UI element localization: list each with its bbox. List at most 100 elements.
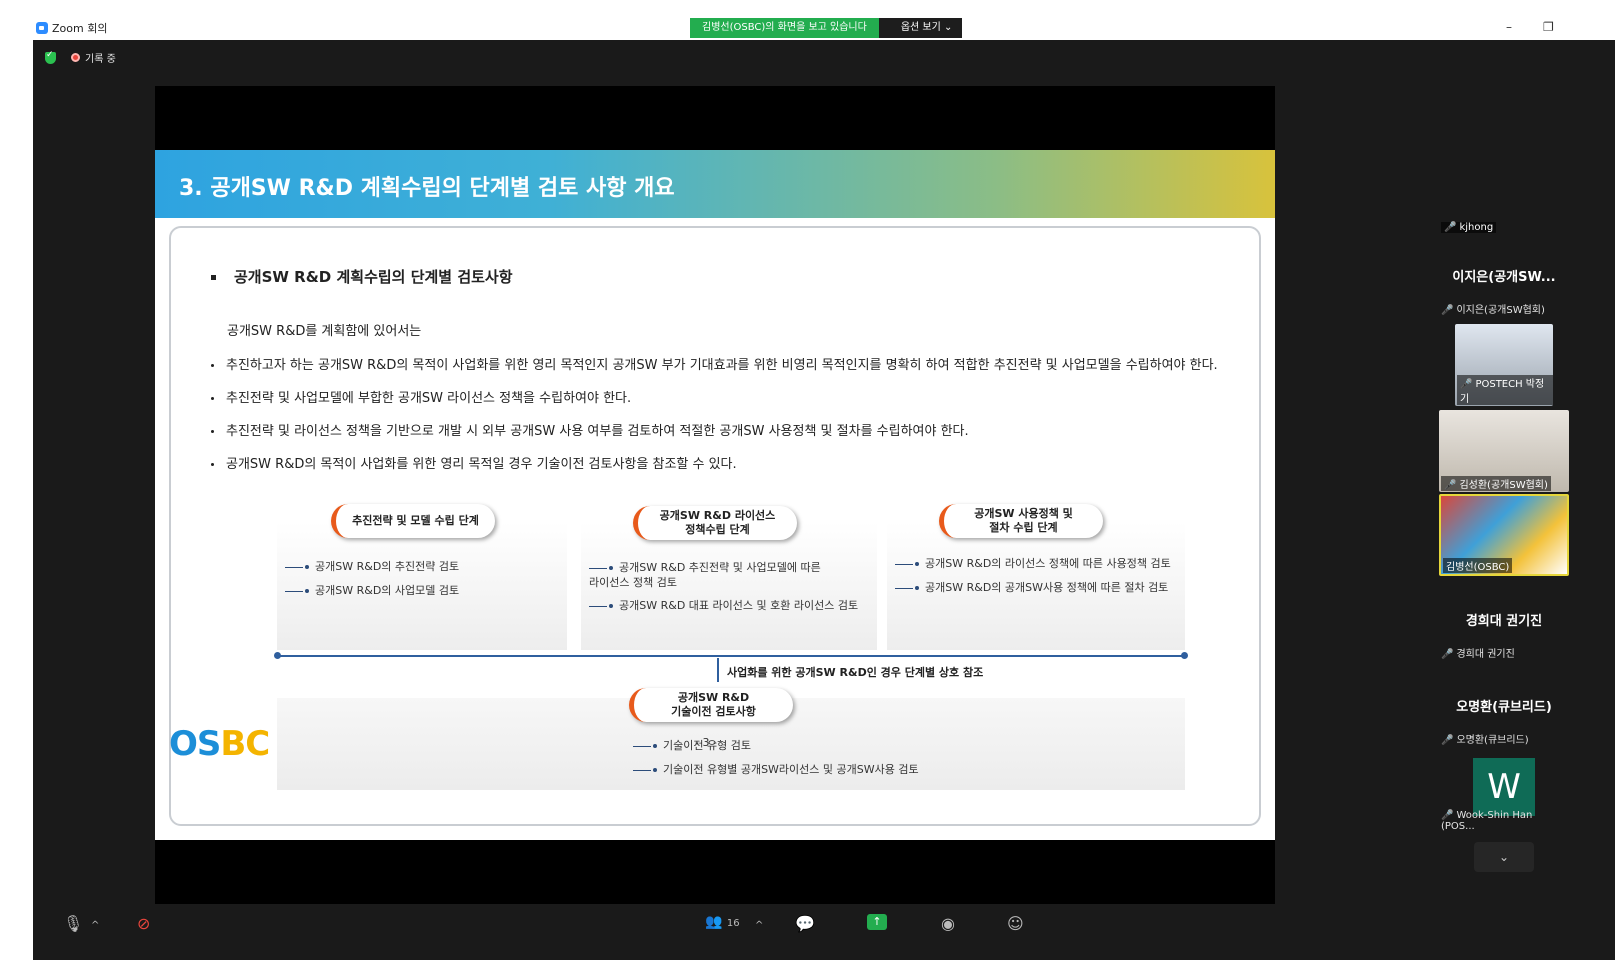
connector-dot-icon bbox=[305, 589, 309, 593]
participant-display-name: 경희대 권기진 bbox=[1465, 614, 1543, 629]
stage-item: 공개SW R&D의 공개SW사용 정책에 따른 절차 검토 bbox=[895, 579, 1168, 595]
connector-dot-icon bbox=[653, 768, 657, 772]
bullet-item: 추진하고자 하는 공개SW R&D의 목적이 사업화를 위한 영리 목적인지 공… bbox=[211, 354, 1218, 373]
recording-indicator[interactable]: 기록 중 bbox=[71, 50, 116, 65]
stage-item: 공개SW R&D의 추진전략 검토 bbox=[285, 558, 459, 574]
participant-name: 🎤 오명환(큐브리드) bbox=[1441, 731, 1529, 746]
participant-name: 🎤 이지은(공개SW협회) bbox=[1441, 301, 1545, 316]
shared-screen: 3. 공개SW R&D 계획수립의 단계별 검토 사항 개요 공개SW R&D … bbox=[155, 86, 1275, 904]
connector-line-icon bbox=[633, 769, 651, 771]
bullet-text: 추진전략 및 사업모델에 부합한 공개SW 라이선스 정책을 수립하여야 한다. bbox=[226, 391, 632, 406]
restore-button[interactable]: ❐ bbox=[1543, 20, 1554, 34]
connector-line-icon bbox=[285, 590, 303, 592]
connector-line-icon bbox=[285, 566, 303, 568]
participants-button[interactable]: 👥 16 bbox=[705, 914, 740, 930]
muted-mic-icon: 🎤 bbox=[1441, 305, 1454, 316]
muted-mic-icon: 🎤 bbox=[1441, 735, 1454, 746]
participant-name: 🎤 kjhong bbox=[1441, 222, 1497, 233]
intro-text: 공개SW R&D를 계획함에 있어서는 bbox=[227, 324, 422, 339]
participant-tile[interactable]: 이지은(공개SW... 🎤 이지은(공개SW협회) bbox=[1439, 238, 1569, 320]
gallery-scroll-down-button[interactable]: ⌄ bbox=[1474, 842, 1534, 872]
zoom-logo-icon bbox=[36, 22, 48, 34]
audio-options-chevron-icon[interactable]: ^ bbox=[91, 920, 99, 931]
share-banner: 김병선(OSBC)의 화면을 보고 있습니다 옵션 보기 ⌄ bbox=[690, 18, 963, 38]
tech-transfer-item: 기술이전 유형 검토 bbox=[633, 737, 751, 753]
share-screen-icon[interactable]: ↑ bbox=[867, 914, 887, 930]
muted-mic-icon: 🎤 bbox=[1444, 480, 1457, 491]
timeline-dot-icon bbox=[274, 652, 281, 659]
stage-item: 공개SW R&D 추진전략 및 사업모델에 따른 라이선스 정책 검토 bbox=[589, 560, 821, 590]
participant-name-text: Wook-Shin Han (POS... bbox=[1441, 810, 1533, 832]
participant-name-text: 이지은(공개SW협회) bbox=[1456, 305, 1545, 316]
participant-tile[interactable]: 오명환(큐브리드) 🎤 오명환(큐브리드) bbox=[1439, 668, 1569, 750]
bullet-text: 추진전략 및 라이선스 정책을 기반으로 개발 시 외부 공개SW 사용 여부를… bbox=[226, 424, 969, 439]
page-number: - 3 - bbox=[695, 736, 717, 749]
slide-header: 3. 공개SW R&D 계획수립의 단계별 검토 사항 개요 bbox=[155, 150, 1275, 218]
muted-mic-icon: 🎤 bbox=[1460, 379, 1473, 390]
record-icon bbox=[71, 53, 80, 62]
stage-item-text: 공개SW R&D 추진전략 및 사업모델에 따른 라이선스 정책 검토 bbox=[589, 561, 821, 589]
connector-dot-icon bbox=[915, 586, 919, 590]
avatar: W bbox=[1473, 758, 1535, 816]
stage-item-text: 공개SW R&D의 추진전략 검토 bbox=[315, 560, 460, 573]
connector-dot-icon bbox=[915, 562, 919, 566]
app-title: Zoom 회의 bbox=[36, 20, 107, 36]
muted-mic-icon: 🎤 bbox=[1441, 810, 1454, 821]
square-bullet-icon bbox=[211, 275, 216, 280]
bullet-item: 추진전략 및 사업모델에 부합한 공개SW 라이선스 정책을 수립하여야 한다. bbox=[211, 387, 631, 406]
participant-name: 🎤 Wook-Shin Han (POS... bbox=[1441, 810, 1569, 832]
share-status-text: 김병선(OSBC)의 화면을 보고 있습니다 bbox=[690, 18, 879, 38]
tech-transfer-pill: 공개SW R&D 기술이전 검토사항 bbox=[629, 688, 793, 722]
participant-tile[interactable]: W 🎤 Wook-Shin Han (POS... bbox=[1439, 754, 1569, 836]
stage-item-text: 공개SW R&D 대표 라이선스 및 호환 라이선스 검토 bbox=[619, 599, 859, 612]
participant-video[interactable]: 🎤 kjhong bbox=[1439, 152, 1569, 234]
record-button-icon[interactable]: ◉ bbox=[941, 914, 955, 933]
participant-video[interactable]: 🎤 김성환(공개SW협회) bbox=[1439, 410, 1569, 492]
recording-label: 기록 중 bbox=[85, 54, 116, 65]
stage-pill: 공개SW 사용정책 및 절차 수립 단계 bbox=[939, 504, 1103, 538]
bullet-text: 추진하고자 하는 공개SW R&D의 목적이 사업화를 위한 영리 목적인지 공… bbox=[226, 358, 1218, 373]
connector-line-icon bbox=[895, 587, 913, 589]
participant-tile[interactable]: 경희대 권기진 🎤 경희대 권기진 bbox=[1439, 582, 1569, 664]
meeting-area: 기록 중 3. 공개SW R&D 계획수립의 단계별 검토 사항 개요 공개SW… bbox=[33, 40, 1615, 960]
participant-name-text: 김성환(공개SW협회) bbox=[1459, 480, 1548, 491]
participant-display-name: 이지은(공개SW... bbox=[1452, 270, 1556, 285]
bullet-dot-icon bbox=[211, 364, 214, 367]
minimize-button[interactable]: – bbox=[1506, 20, 1512, 34]
participant-name-text: kjhong bbox=[1459, 222, 1494, 233]
connector-dot-icon bbox=[609, 566, 613, 570]
meeting-toolbar: 🎙 ^ ⊘ 👥 16 ^ 💬 ↑ ◉ ☺ bbox=[33, 904, 1615, 960]
participant-name-text: 김병선(OSBC) bbox=[1446, 562, 1510, 573]
participant-video[interactable]: 🎤 POSTECH 박정기 bbox=[1455, 324, 1553, 406]
mute-mic-icon[interactable]: 🎙 bbox=[63, 914, 83, 933]
bullet-dot-icon bbox=[211, 430, 214, 433]
muted-mic-icon: 🎤 bbox=[1441, 649, 1454, 660]
connector-line-icon bbox=[633, 745, 651, 747]
stage-item-text: 공개SW R&D의 사업모델 검토 bbox=[315, 584, 460, 597]
participant-video-active-speaker[interactable]: 김병선(OSBC) bbox=[1439, 494, 1569, 576]
cross-reference-label: 사업화를 위한 공개SW R&D인 경우 단계별 상호 참조 bbox=[727, 666, 984, 679]
slide-heading: 공개SW R&D 계획수립의 단계별 검토사항 bbox=[211, 266, 513, 287]
connector-dot-icon bbox=[609, 604, 613, 608]
connector-line-icon bbox=[895, 563, 913, 565]
participants-options-chevron-icon[interactable]: ^ bbox=[755, 920, 763, 931]
presentation-slide: 3. 공개SW R&D 계획수립의 단계별 검토 사항 개요 공개SW R&D … bbox=[155, 150, 1275, 840]
security-shield-icon[interactable] bbox=[45, 50, 56, 64]
stage-item-text: 공개SW R&D의 공개SW사용 정책에 따른 절차 검토 bbox=[925, 581, 1169, 594]
stage-pill: 공개SW R&D 라이선스 정책수립 단계 bbox=[633, 506, 797, 540]
reactions-icon[interactable]: ☺ bbox=[1007, 914, 1024, 933]
view-options-button[interactable]: 옵션 보기 ⌄ bbox=[878, 18, 963, 38]
participant-name: 🎤 김성환(공개SW협회) bbox=[1441, 476, 1551, 491]
stop-video-icon[interactable]: ⊘ bbox=[137, 914, 150, 933]
connector-dot-icon bbox=[305, 565, 309, 569]
connector-line-icon bbox=[589, 567, 607, 569]
muted-mic-icon: 🎤 bbox=[1444, 222, 1457, 233]
title-bar: Zoom 회의 김병선(OSBC)의 화면을 보고 있습니다 옵션 보기 ⌄ –… bbox=[0, 0, 1615, 40]
chat-icon[interactable]: 💬 bbox=[795, 914, 815, 933]
stage-item: 공개SW R&D의 라이선스 정책에 따른 사용정책 검토 bbox=[895, 555, 1171, 571]
stage-item: 공개SW R&D 대표 라이선스 및 호환 라이선스 검토 bbox=[589, 597, 858, 613]
bullet-item: 공개SW R&D의 목적이 사업화를 위한 영리 목적일 경우 기술이전 검토사… bbox=[211, 453, 737, 472]
stage-item-text: 공개SW R&D의 라이선스 정책에 따른 사용정책 검토 bbox=[925, 557, 1171, 570]
stage-pill: 추진전략 및 모델 수립 단계 bbox=[331, 504, 495, 538]
heading-text: 공개SW R&D 계획수립의 단계별 검토사항 bbox=[234, 268, 513, 286]
